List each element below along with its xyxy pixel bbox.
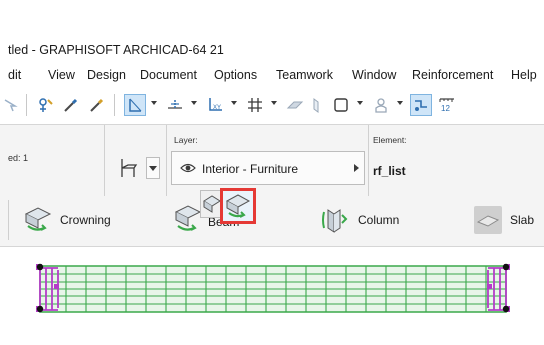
chevron-down-icon[interactable] xyxy=(357,101,363,105)
menu-help[interactable]: Help xyxy=(511,68,537,82)
crowning-icon[interactable] xyxy=(22,204,52,234)
pick-up-icon[interactable] xyxy=(34,94,56,116)
infobox-separator xyxy=(368,125,369,197)
chevron-right-icon xyxy=(354,164,359,172)
layer-label: Layer: xyxy=(174,135,198,145)
infobox-separator xyxy=(104,125,105,197)
column-icon[interactable] xyxy=(320,206,348,234)
column-label[interactable]: Column xyxy=(358,213,399,227)
chevron-down-icon[interactable] xyxy=(151,101,157,105)
tool-row: Crowning Beam Column Slab xyxy=(0,190,544,247)
slab-icon[interactable] xyxy=(474,206,502,234)
chair-object-icon[interactable] xyxy=(118,157,140,179)
chevron-down-icon[interactable] xyxy=(231,101,237,105)
chevron-down-icon xyxy=(149,166,157,171)
infobox-separator xyxy=(166,125,167,197)
menu-options[interactable]: Options xyxy=(214,68,257,82)
menu-design[interactable]: Design xyxy=(87,68,126,82)
menu-teamwork[interactable]: Teamwork xyxy=(276,68,333,82)
surface-icon[interactable] xyxy=(284,94,306,116)
crowning-label[interactable]: Crowning xyxy=(60,213,111,227)
toolbar-separator xyxy=(114,94,115,116)
inject-icon[interactable] xyxy=(86,94,108,116)
beam-icon[interactable] xyxy=(173,202,203,234)
drawing-canvas[interactable] xyxy=(0,248,544,340)
svg-text:12: 12 xyxy=(441,104,450,113)
renovation-icon[interactable] xyxy=(410,94,432,116)
layer-name: Interior - Furniture xyxy=(202,162,299,176)
dimension-icon[interactable]: 12 xyxy=(436,94,458,116)
beam-tool-highlighted-button[interactable] xyxy=(220,188,256,224)
beam-drawing xyxy=(36,263,510,313)
layer-selector[interactable]: Interior - Furniture xyxy=(171,151,365,185)
window-title: tled - GRAPHISOFT ARCHICAD-64 21 xyxy=(8,43,224,57)
element-id-label: ed: 1 xyxy=(8,153,29,163)
element-name: rf_list xyxy=(373,164,406,178)
chevron-down-icon[interactable] xyxy=(271,101,277,105)
eye-icon xyxy=(180,161,196,180)
menu-document[interactable]: Document xyxy=(140,68,197,82)
chevron-down-icon[interactable] xyxy=(191,101,197,105)
object-type-dropdown[interactable] xyxy=(146,157,160,179)
toolbar-separator xyxy=(8,200,9,240)
menu-reinforcement[interactable]: Reinforcement xyxy=(412,68,493,82)
svg-text:XY: XY xyxy=(213,105,221,111)
snap-guide-icon[interactable] xyxy=(124,94,146,116)
snap-points-icon[interactable] xyxy=(164,94,186,116)
marquee-icon[interactable] xyxy=(306,94,328,116)
menu-view[interactable]: View xyxy=(48,68,75,82)
standard-toolbar: XY 12 xyxy=(0,86,544,122)
arrow-icon[interactable] xyxy=(0,94,22,116)
layout-view-icon[interactable] xyxy=(330,94,352,116)
chevron-down-icon[interactable] xyxy=(397,101,403,105)
grid-snap-icon[interactable] xyxy=(244,94,266,116)
menu-bar: dit View Design Document Options Teamwor… xyxy=(0,64,544,86)
toolbar-separator xyxy=(26,94,27,116)
menu-edit[interactable]: dit xyxy=(8,68,21,82)
slab-label[interactable]: Slab xyxy=(510,213,534,227)
eyedropper-icon[interactable] xyxy=(60,94,82,116)
menu-window[interactable]: Window xyxy=(352,68,396,82)
xy-coordinate-icon[interactable]: XY xyxy=(204,94,226,116)
element-label: Element: xyxy=(373,135,407,145)
user-icon[interactable] xyxy=(370,94,392,116)
